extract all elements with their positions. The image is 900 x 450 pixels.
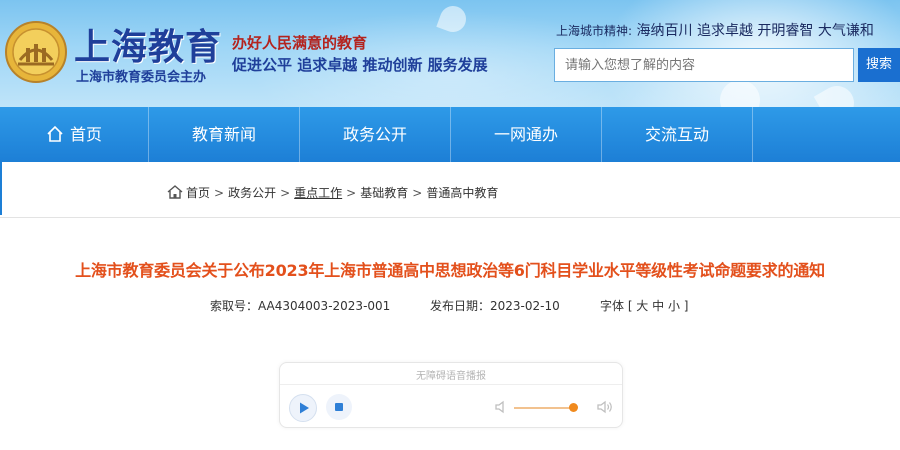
city-spirit-text: 海纳百川 追求卓越 开明睿智 大气谦和 [636, 23, 874, 39]
audio-player: 无障碍语音播报 [279, 362, 623, 428]
city-spirit: 上海城市精神: 海纳百川 追求卓越 开明睿智 大气谦和 [556, 20, 874, 40]
breadcrumb-separator: > [346, 186, 357, 200]
nav-item-home[interactable]: 首页 [0, 107, 148, 162]
search-input[interactable] [555, 49, 865, 81]
breadcrumb-separator: > [214, 186, 225, 200]
volume-high-icon[interactable] [596, 399, 614, 415]
article-publish-date: 发布日期：2023-02-10 [430, 299, 560, 313]
nav-divider [752, 107, 753, 162]
search-box [554, 48, 865, 82]
accent-bar [0, 162, 2, 215]
home-icon [167, 185, 183, 199]
stop-icon [335, 403, 343, 411]
city-spirit-label: 上海城市精神: [556, 24, 633, 38]
article-title: 上海市教育委员会关于公布2023年上海市普通高中思想政治等6门科目学业水平等级性… [75, 261, 825, 280]
site-title[interactable]: 上海教育 [74, 18, 222, 70]
nav-item-interaction[interactable]: 交流互动 [602, 107, 752, 162]
play-button[interactable] [289, 394, 317, 422]
player-divider [280, 384, 622, 385]
player-caption: 无障碍语音播报 [416, 371, 486, 382]
nav-item-online-services[interactable]: 一网通办 [451, 107, 601, 162]
slogan-line-2: 促进公平 追求卓越 推动创新 服务发展 [232, 56, 488, 74]
breadcrumb-separator: > [412, 186, 423, 200]
breadcrumb-high-school-education[interactable]: 普通高中教育 [426, 184, 498, 201]
breadcrumb-basic-education[interactable]: 基础教育 [360, 184, 408, 201]
search-button[interactable]: 搜索 [858, 48, 900, 82]
site-header: 上海教育 上海市教育委员会主办 办好人民满意的教育 促进公平 追求卓越 推动创新… [0, 0, 900, 107]
nav-item-government-affairs[interactable]: 政务公开 [300, 107, 450, 162]
volume-slider[interactable] [514, 407, 574, 409]
breadcrumb: 首页 > 政务公开 > 重点工作 > 基础教育 > 普通高中教育 [167, 184, 498, 201]
nav-item-education-news[interactable]: 教育新闻 [149, 107, 299, 162]
stop-button[interactable] [326, 394, 352, 420]
content-divider [0, 217, 900, 218]
play-icon [300, 402, 309, 414]
site-subtitle: 上海市教育委员会主办 [76, 70, 207, 85]
breadcrumb-key-work[interactable]: 重点工作 [294, 184, 342, 201]
breadcrumb-home[interactable]: 首页 [186, 184, 210, 201]
nav-label: 首页 [69, 125, 102, 144]
breadcrumb-separator: > [280, 186, 291, 200]
emblem-logo-icon[interactable] [4, 20, 68, 84]
font-size-switcher[interactable]: 字体 [ 大 中 小 ] [600, 297, 688, 314]
article-index-no: 索取号：AA4304003-2023-001 [210, 299, 391, 313]
slogan-line-1: 办好人民满意的教育 [232, 34, 368, 52]
breadcrumb-government-affairs[interactable]: 政务公开 [228, 184, 276, 201]
volume-slider-handle[interactable] [569, 403, 578, 412]
home-icon [47, 125, 63, 142]
main-nav: 首页 教育新闻 政务公开 一网通办 交流互动 [0, 107, 900, 162]
volume-low-icon[interactable] [494, 399, 508, 415]
